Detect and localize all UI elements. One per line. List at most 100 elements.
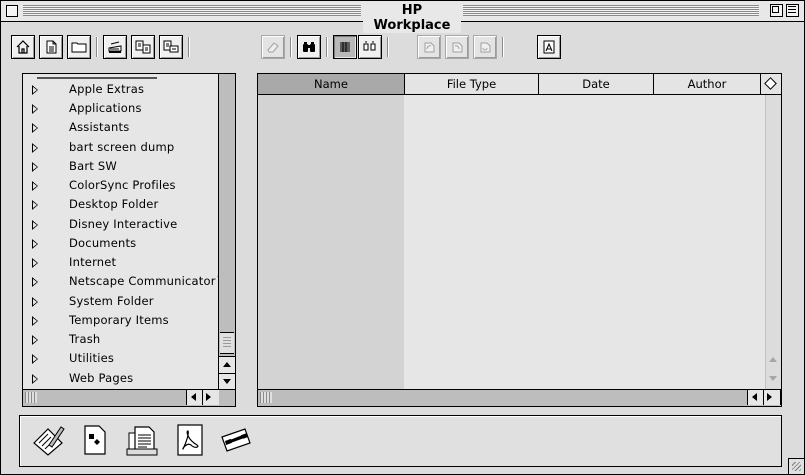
folder-button[interactable] <box>67 35 91 59</box>
scroll-left-arrow-icon[interactable] <box>752 393 757 401</box>
disclosure-triangle-icon[interactable] <box>32 277 38 287</box>
disclosure-triangle-icon[interactable] <box>32 239 38 249</box>
annotate-app-button[interactable] <box>30 420 66 460</box>
column-header-name[interactable]: Name <box>258 74 405 94</box>
list-view-button[interactable] <box>333 35 357 59</box>
tree-item[interactable]: Web Pages <box>23 370 218 389</box>
list-view-icon <box>340 42 350 52</box>
home-button[interactable] <box>11 35 35 59</box>
find-button[interactable] <box>297 35 321 59</box>
tree-item[interactable]: Netscape Communicator™ <box>23 273 218 292</box>
sorted-column-highlight <box>258 95 404 389</box>
tree-item[interactable]: Documents <box>23 235 218 254</box>
column-header-author[interactable]: Author <box>654 74 761 94</box>
tree-item[interactable]: bart screen dump <box>23 139 218 158</box>
scroll-right-arrow-icon[interactable] <box>206 393 211 401</box>
tree-item[interactable]: ColorSync Profiles <box>23 177 218 196</box>
scroll-up-arrow-icon[interactable] <box>219 356 235 373</box>
tree-item[interactable]: Utilities <box>23 350 218 369</box>
close-box[interactable] <box>6 5 18 17</box>
rotate-right-icon <box>452 42 463 53</box>
column-header-file-type[interactable]: File Type <box>405 74 539 94</box>
tree-item[interactable]: System Folder <box>23 293 218 312</box>
disclosure-triangle-icon[interactable] <box>32 162 38 172</box>
list-vertical-scrollbar[interactable] <box>765 95 781 389</box>
scroll-up-arrow-icon[interactable] <box>769 357 777 362</box>
text-documents-stack-icon <box>126 426 158 456</box>
scroll-thumb[interactable] <box>220 332 234 354</box>
title-bar[interactable]: HP Workplace <box>1 1 804 33</box>
sort-direction-icon[interactable] <box>761 74 781 94</box>
window-title: HP Workplace <box>363 3 461 33</box>
thumbnail-view-button[interactable] <box>358 35 382 59</box>
disclosure-triangle-icon[interactable] <box>32 200 38 210</box>
acrobat-app-button[interactable] <box>172 420 208 460</box>
tree-item[interactable]: Desktop Folder <box>23 196 218 215</box>
disclosure-triangle-icon[interactable] <box>32 354 38 364</box>
horizontal-scroll-arrows[interactable] <box>747 390 781 405</box>
eraser-icon <box>267 42 279 53</box>
tree-item-label: Applications <box>69 101 142 115</box>
scroll-down-arrow-icon[interactable] <box>219 373 235 390</box>
text-app-button[interactable] <box>124 420 160 460</box>
disclosure-triangle-icon[interactable] <box>32 374 38 384</box>
toolbar-separator <box>96 37 97 57</box>
rotate-180-button[interactable] <box>473 35 497 59</box>
folder-tree-list[interactable]: Apple Extras Applications Assistants bar… <box>23 74 218 390</box>
drawing-app-button[interactable] <box>76 420 112 460</box>
scroll-down-arrow-icon[interactable] <box>769 376 777 381</box>
tree-partial-row <box>37 74 157 79</box>
horizontal-scroll-arrows[interactable] <box>186 390 219 405</box>
scroll-left-arrow-icon[interactable] <box>191 393 196 401</box>
copy-to-printer-icon <box>163 40 179 53</box>
tree-item[interactable]: Temporary Items <box>23 312 218 331</box>
disclosure-triangle-icon[interactable] <box>32 258 38 268</box>
tree-item-label: Disney Interactive <box>69 217 178 231</box>
document-shapes-icon <box>84 425 106 455</box>
tree-item[interactable]: Disney Interactive <box>23 216 218 235</box>
column-header-date[interactable]: Date <box>539 74 654 94</box>
tree-item[interactable]: Internet <box>23 254 218 273</box>
tree-item[interactable]: Bart SW <box>23 158 218 177</box>
tree-item[interactable]: Assistants <box>23 119 218 138</box>
disclosure-triangle-icon[interactable] <box>32 297 38 307</box>
tree-item[interactable]: Trash <box>23 331 218 350</box>
toolbar-separator <box>502 37 503 57</box>
collapse-box[interactable] <box>786 4 799 17</box>
tree-horizontal-scrollbar[interactable] <box>23 389 235 406</box>
tree-item[interactable]: Apple Extras <box>23 81 218 100</box>
toolbar-separator <box>387 37 388 57</box>
tree-item-label: Documents <box>69 236 137 250</box>
email-app-button[interactable] <box>218 420 254 460</box>
disclosure-triangle-icon[interactable] <box>32 123 38 133</box>
disclosure-triangle-icon[interactable] <box>32 316 38 326</box>
disclosure-triangle-icon[interactable] <box>32 85 38 95</box>
folder-icon <box>71 42 87 53</box>
tree-vertical-scrollbar[interactable] <box>218 74 235 390</box>
tree-item[interactable]: Applications <box>23 100 218 119</box>
scan-button[interactable] <box>103 35 127 59</box>
tree-item-label: Web Pages <box>69 371 134 385</box>
scroll-grip[interactable] <box>25 392 37 403</box>
document-button[interactable] <box>39 35 63 59</box>
tree-item-label: bart screen dump <box>69 140 175 154</box>
zoom-box[interactable] <box>770 4 783 17</box>
copy-print-button[interactable] <box>159 35 183 59</box>
text-recognition-button[interactable] <box>537 35 561 59</box>
disclosure-triangle-icon[interactable] <box>32 220 38 230</box>
disclosure-triangle-icon[interactable] <box>32 143 38 153</box>
disclosure-triangle-icon[interactable] <box>32 181 38 191</box>
file-list-body[interactable] <box>258 95 765 389</box>
erase-button[interactable] <box>261 35 285 59</box>
window-resize-handle[interactable] <box>788 458 804 474</box>
disclosure-triangle-icon[interactable] <box>32 104 38 114</box>
disclosure-triangle-icon[interactable] <box>32 335 38 345</box>
rotate-right-button[interactable] <box>445 35 469 59</box>
tree-item-label: Internet <box>69 255 117 269</box>
scroll-right-arrow-icon[interactable] <box>767 393 772 401</box>
copy-fax-button[interactable] <box>131 35 155 59</box>
rotate-left-button[interactable] <box>417 35 441 59</box>
scroll-grip[interactable] <box>260 392 272 403</box>
list-horizontal-scrollbar[interactable] <box>258 389 781 406</box>
toolbar-separator <box>326 37 327 57</box>
